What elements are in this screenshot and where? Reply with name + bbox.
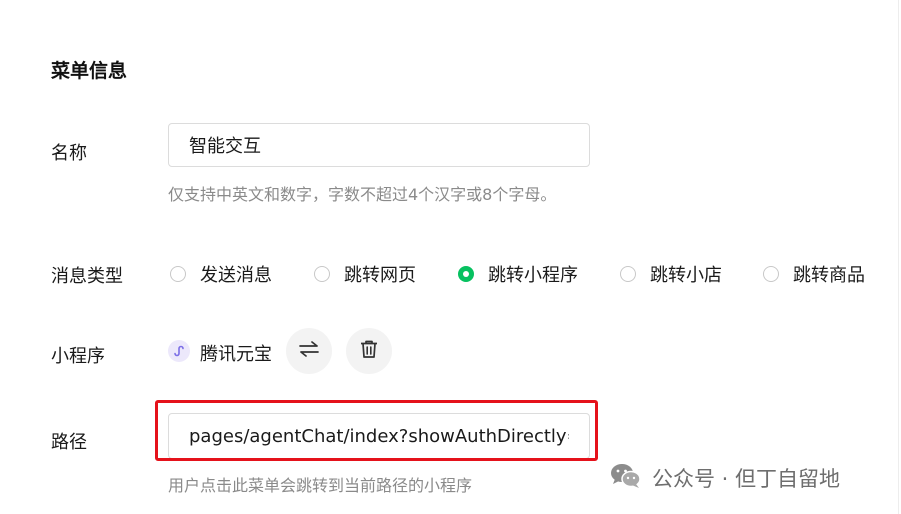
delete-mini-program-button[interactable]: [346, 328, 392, 374]
mini-program-icon: [168, 340, 190, 362]
message-type-label: 消息类型: [51, 266, 123, 287]
radio-circle[interactable]: [170, 266, 186, 282]
menu-info-panel: 菜单信息 名称 仅支持中英文和数字，字数不超过4个汉字或8个字母。 消息类型 发…: [0, 0, 899, 514]
trash-icon: [359, 339, 379, 363]
annotation-highlight-box: [155, 400, 598, 461]
radio-label: 跳转商品: [793, 265, 865, 286]
radio-label: 跳转小程序: [488, 265, 578, 286]
watermark-text: 公众号 · 但丁自留地: [652, 467, 841, 491]
radio-circle[interactable]: [314, 266, 330, 282]
radio-jump-product[interactable]: 跳转商品: [763, 262, 865, 286]
radio-label: 发送消息: [200, 265, 272, 286]
mini-program-name: 腾讯元宝: [200, 344, 272, 365]
watermark: 公众号 · 但丁自留地: [610, 460, 840, 496]
path-hint: 用户点击此菜单会跳转到当前路径的小程序: [168, 476, 473, 495]
radio-circle[interactable]: [763, 266, 779, 282]
radio-circle[interactable]: [620, 266, 636, 282]
radio-jump-webpage[interactable]: 跳转网页: [314, 262, 416, 286]
radio-send-message[interactable]: 发送消息: [170, 262, 272, 286]
radio-label: 跳转网页: [344, 265, 416, 286]
name-label: 名称: [51, 143, 87, 164]
section-title: 菜单信息: [51, 60, 128, 82]
path-label: 路径: [51, 432, 87, 453]
radio-jump-shop[interactable]: 跳转小店: [620, 262, 722, 286]
radio-jump-mini-program[interactable]: 跳转小程序: [458, 262, 578, 286]
radio-circle-checked[interactable]: [458, 266, 474, 282]
name-input[interactable]: [168, 123, 590, 167]
swap-arrows-icon: [298, 341, 320, 361]
switch-mini-program-button[interactable]: [286, 328, 332, 374]
mini-program-label: 小程序: [51, 346, 105, 367]
wechat-icon: [610, 462, 642, 494]
name-hint: 仅支持中英文和数字，字数不超过4个汉字或8个字母。: [168, 185, 557, 204]
radio-label: 跳转小店: [650, 265, 722, 286]
